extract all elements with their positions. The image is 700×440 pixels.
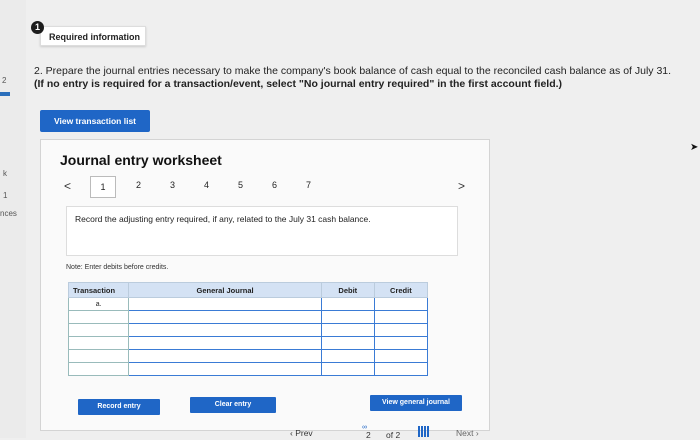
journal-table: Transaction General Journal Debit Credit… — [67, 282, 429, 376]
transaction-cell — [67, 336, 130, 350]
page-of: of 2 — [386, 430, 401, 440]
next-button[interactable]: Next › — [456, 428, 479, 438]
edge-highlight — [0, 92, 10, 96]
credit-input[interactable] — [373, 310, 429, 324]
column-header-transaction: Transaction — [67, 282, 130, 298]
tab-7[interactable]: 7 — [306, 180, 311, 190]
tab-2[interactable]: 2 — [136, 180, 141, 190]
table-row — [67, 336, 429, 350]
table-row — [67, 310, 429, 324]
table-row — [67, 349, 429, 363]
column-header-general-journal: General Journal — [128, 282, 322, 298]
account-input[interactable] — [128, 336, 322, 350]
account-input[interactable] — [128, 323, 322, 337]
account-input[interactable] — [128, 297, 322, 311]
table-row — [67, 362, 429, 376]
edge-text: 2 — [2, 76, 7, 85]
instruction-box: Record the adjusting entry required, if … — [66, 206, 458, 256]
account-input[interactable] — [128, 310, 322, 324]
cursor-icon: ➤ — [690, 142, 699, 153]
edge-text: k — [3, 169, 7, 178]
question-body: 2. Prepare the journal entries necessary… — [34, 65, 672, 77]
record-entry-button[interactable]: Record entry — [78, 399, 160, 415]
clear-entry-button[interactable]: Clear entry — [190, 397, 276, 413]
debit-input[interactable] — [320, 349, 375, 363]
view-transaction-list-button[interactable]: View transaction list — [40, 110, 150, 132]
transaction-cell — [67, 310, 130, 324]
transaction-cell — [67, 349, 130, 363]
tab-1[interactable]: 1 — [90, 176, 116, 198]
question-instruction: (If no entry is required for a transacti… — [34, 78, 563, 90]
account-input[interactable] — [128, 349, 322, 363]
grid-icon[interactable] — [418, 426, 429, 437]
debit-input[interactable] — [320, 310, 375, 324]
chevron-right-icon: › — [473, 428, 479, 438]
debit-input[interactable] — [320, 323, 375, 337]
account-input[interactable] — [128, 362, 322, 376]
credit-input[interactable] — [373, 323, 429, 337]
tab-3[interactable]: 3 — [170, 180, 175, 190]
credit-input[interactable] — [373, 336, 429, 350]
prev-label: Prev — [295, 428, 313, 438]
column-header-credit: Credit — [373, 282, 429, 298]
transaction-cell: a. — [67, 297, 130, 311]
column-header-debit: Debit — [320, 282, 375, 298]
edge-text: nces — [0, 209, 17, 218]
next-label: Next — [456, 428, 474, 438]
next-tab-arrow-icon[interactable]: > — [458, 179, 465, 193]
credit-input[interactable] — [373, 349, 429, 363]
view-general-journal-button[interactable]: View general journal — [370, 395, 462, 411]
info-icon: 1 — [31, 21, 44, 34]
debit-input[interactable] — [320, 336, 375, 350]
required-information-label[interactable]: Required information — [40, 26, 146, 46]
edge-text: 1 — [3, 191, 8, 200]
prev-tab-arrow-icon[interactable]: < — [64, 179, 71, 193]
tab-4[interactable]: 4 — [204, 180, 209, 190]
tab-5[interactable]: 5 — [238, 180, 243, 190]
worksheet-title: Journal entry worksheet — [60, 152, 222, 168]
tab-6[interactable]: 6 — [272, 180, 277, 190]
credit-input[interactable] — [373, 297, 429, 311]
prev-button[interactable]: ‹ Prev — [290, 428, 313, 438]
transaction-cell — [67, 323, 130, 337]
question-text: 2. Prepare the journal entries necessary… — [34, 65, 674, 91]
page-current: 2 — [366, 430, 371, 440]
debit-input[interactable] — [320, 297, 375, 311]
left-edge-panel: 2 k 1 nces — [0, 0, 26, 438]
transaction-cell — [67, 362, 130, 376]
debit-input[interactable] — [320, 362, 375, 376]
table-row — [67, 323, 429, 337]
note-text: Note: Enter debits before credits. — [66, 264, 169, 271]
credit-input[interactable] — [373, 362, 429, 376]
table-row: a. — [67, 297, 429, 311]
